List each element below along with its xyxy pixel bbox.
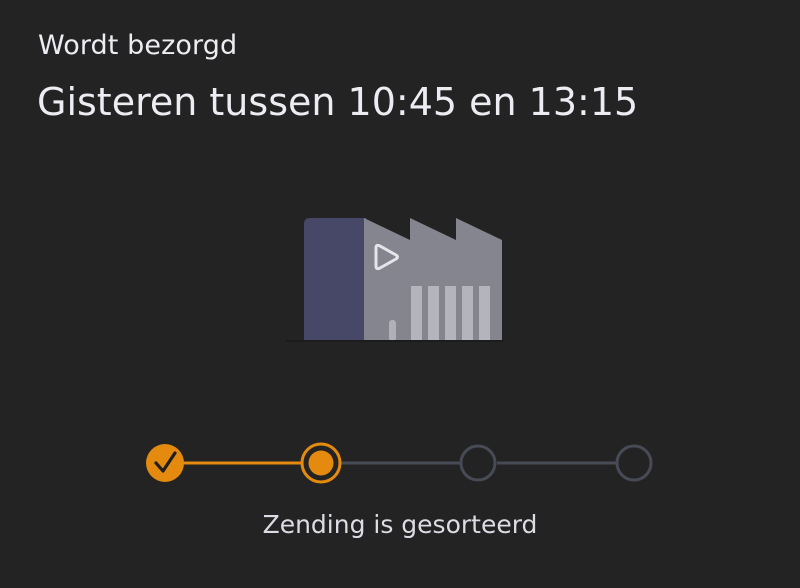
delivery-status-label: Wordt bezorgd (38, 30, 238, 61)
progress-step-3 (459, 444, 497, 482)
progress-step-1-completed (146, 444, 184, 482)
delivery-time-window: Gisteren tussen 10:45 en 13:15 (37, 80, 639, 124)
progress-step-caption: Zending is gesorteerd (262, 510, 538, 539)
facility-pipe (389, 320, 396, 341)
ground-line (286, 340, 504, 342)
progress-step-2-current (300, 442, 342, 484)
shipment-progress-tracker (146, 442, 653, 484)
progress-step-4 (615, 444, 653, 482)
facility-side-wall (304, 218, 366, 341)
sorting-facility-icon (286, 218, 504, 342)
track-and-trace-screen: Wordt bezorgd Gisteren tussen 10:45 en 1… (0, 0, 800, 588)
